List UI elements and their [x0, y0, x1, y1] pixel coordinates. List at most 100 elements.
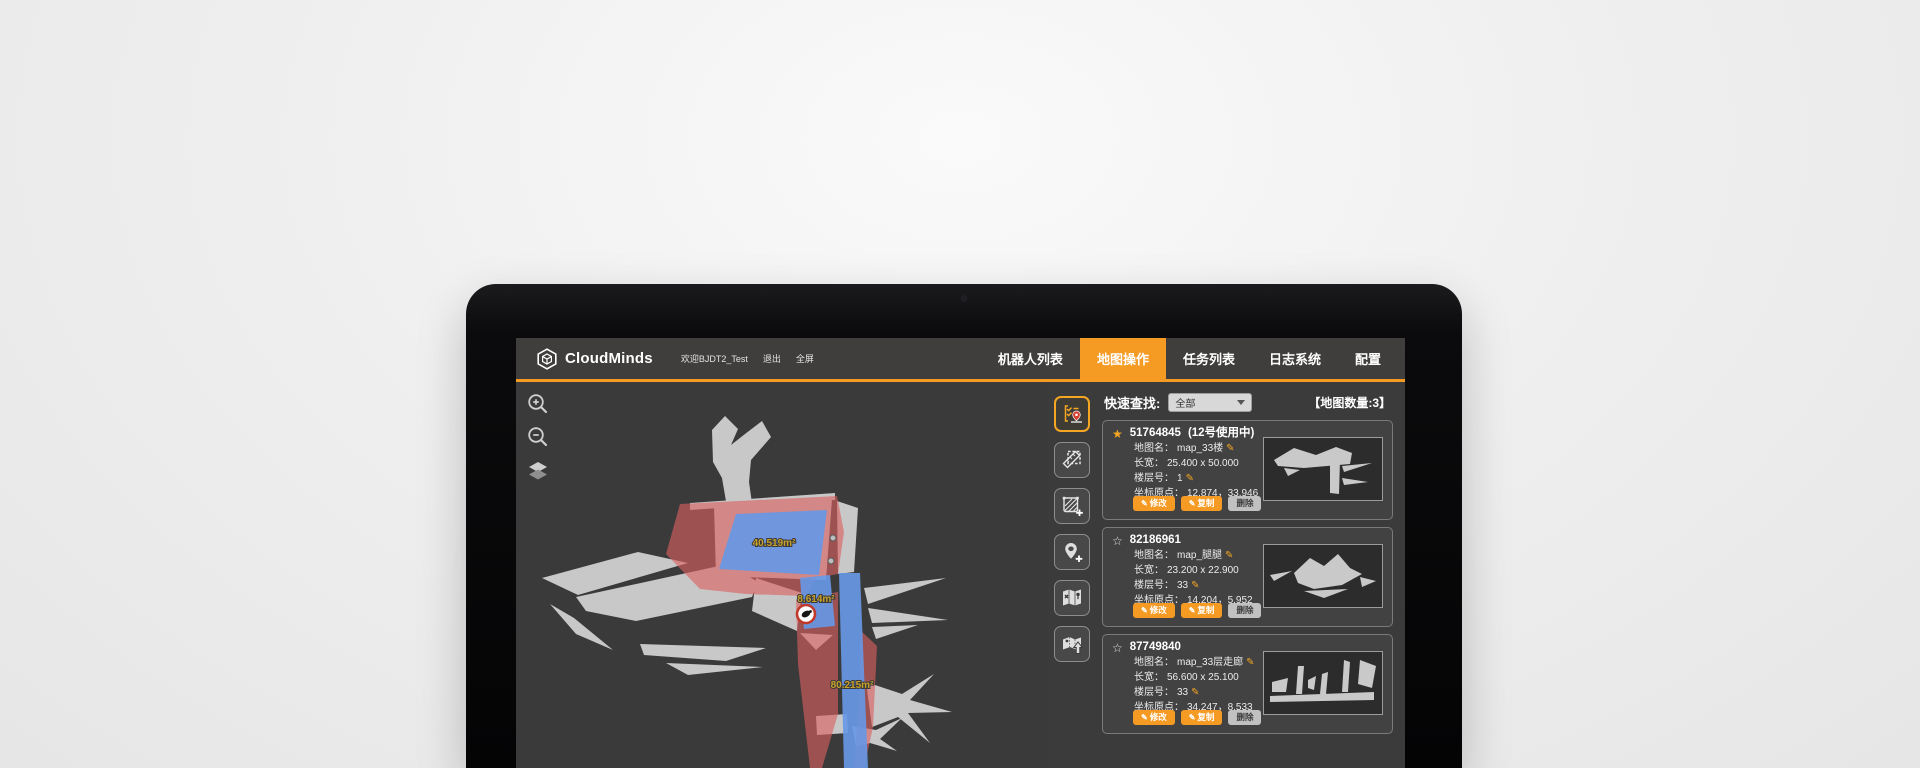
vertex-dot[interactable] — [828, 558, 834, 564]
field-value: 33 — [1177, 687, 1188, 699]
upload-map-icon — [1060, 632, 1084, 656]
session-bar: 欢迎BJDT2_Test 退出 全屏 — [681, 338, 814, 379]
map-status: (12号使用中) — [1188, 427, 1254, 440]
quick-find-label: 快速查找: — [1104, 393, 1160, 412]
favorite-star-icon[interactable]: ☆ — [1112, 535, 1123, 547]
copy-button[interactable]: ✎复制 — [1181, 496, 1223, 511]
vertex-dot[interactable] — [830, 535, 836, 541]
map-card[interactable]: ☆ 82186961 地图名： map_腿腿 ✎ 长宽： 23.200 x 22… — [1102, 527, 1393, 627]
filter-selected-value: 全部 — [1175, 395, 1195, 410]
field-label: 长宽： — [1134, 458, 1164, 470]
zoom-out-icon[interactable] — [526, 425, 550, 449]
map-count-badge: 【地图数量:3】 — [1308, 394, 1391, 411]
area-label-large: 40.519m² — [753, 538, 796, 549]
top-navbar: CloudMinds 欢迎BJDT2_Test 退出 全屏 机器人列表 地图操作… — [516, 338, 1405, 382]
laptop-bezel: CloudMinds 欢迎BJDT2_Test 退出 全屏 机器人列表 地图操作… — [466, 284, 1462, 768]
map-tools-column — [1048, 382, 1096, 768]
field-label: 楼层号： — [1134, 473, 1174, 485]
field-value: 1 — [1177, 473, 1183, 485]
field-value: map_腿腿 — [1177, 550, 1222, 562]
favorite-star-icon[interactable]: ★ — [1112, 428, 1123, 440]
modify-button[interactable]: ✎修改 — [1133, 710, 1175, 725]
delete-button[interactable]: 删除 — [1228, 603, 1261, 618]
pencil-icon: ✎ — [1189, 606, 1196, 615]
area-label-small: 8.614m² — [797, 594, 835, 605]
map-card[interactable]: ★ 51764845 (12号使用中) 地图名： map_33楼 ✎ 长宽： 2… — [1102, 420, 1393, 520]
chevron-down-icon — [1237, 400, 1245, 405]
edit-pencil-icon[interactable]: ✎ — [1191, 581, 1199, 591]
delete-button[interactable]: 删除 — [1228, 496, 1261, 511]
field-value: 56.600 x 25.100 — [1167, 672, 1239, 684]
tab-task-list[interactable]: 任务列表 — [1166, 338, 1252, 379]
field-value: 33 — [1177, 580, 1188, 592]
map-controls — [526, 392, 550, 482]
tool-measure-area-button[interactable] — [1054, 442, 1090, 478]
field-value: map_33层走廊 — [1177, 657, 1243, 669]
layers-icon[interactable] — [526, 458, 550, 482]
copy-button[interactable]: ✎复制 — [1181, 603, 1223, 618]
field-value: map_33楼 — [1177, 443, 1223, 455]
edit-pencil-icon[interactable]: ✎ — [1225, 551, 1233, 561]
map-thumbnail[interactable] — [1263, 651, 1383, 715]
task-map-list-icon — [1060, 402, 1084, 426]
map-thumbnail[interactable] — [1263, 437, 1383, 501]
card-actions: ✎修改 ✎复制 删除 — [1133, 496, 1261, 511]
filter-select[interactable]: 全部 — [1168, 393, 1252, 412]
edit-pencil-icon[interactable]: ✎ — [1246, 658, 1254, 668]
map-card[interactable]: ☆ 87749840 地图名： map_33层走廊 ✎ 长宽： 56.600 x… — [1102, 634, 1393, 734]
delete-button[interactable]: 删除 — [1228, 710, 1261, 725]
map-id: 87749840 — [1130, 641, 1181, 654]
map-list-panel: 快速查找: 全部 【地图数量:3】 ★ 51764845 (12号使用中) — [1096, 382, 1405, 768]
tool-task-map-list-button[interactable] — [1054, 396, 1090, 432]
field-label: 地图名： — [1134, 443, 1174, 455]
pencil-icon: ✎ — [1189, 713, 1196, 722]
thumbnail-map-image — [1264, 652, 1380, 712]
tab-config[interactable]: 配置 — [1338, 338, 1405, 379]
modify-button[interactable]: ✎修改 — [1133, 603, 1175, 618]
field-label: 楼层号： — [1134, 687, 1174, 699]
occupancy-map-canvas[interactable]: 40.519m² 8.614m² 80.215m² — [516, 382, 1048, 768]
map-thumbnail[interactable] — [1263, 544, 1383, 608]
card-actions: ✎修改 ✎复制 删除 — [1133, 603, 1261, 618]
modify-button[interactable]: ✎修改 — [1133, 496, 1175, 511]
webcam-dot — [961, 295, 968, 302]
field-label: 长宽： — [1134, 565, 1164, 577]
add-hatch-zone-icon — [1060, 494, 1084, 518]
field-label: 长宽： — [1134, 672, 1164, 684]
thumbnail-map-image — [1264, 438, 1380, 498]
pencil-icon: ✎ — [1141, 713, 1148, 722]
tool-add-hatch-zone-button[interactable] — [1054, 488, 1090, 524]
brand-logo[interactable]: CloudMinds — [516, 338, 653, 379]
tab-robot-list[interactable]: 机器人列表 — [981, 338, 1080, 379]
field-label: 地图名： — [1134, 657, 1174, 669]
tab-log-system[interactable]: 日志系统 — [1252, 338, 1338, 379]
card-actions: ✎修改 ✎复制 删除 — [1133, 710, 1261, 725]
tool-add-location-pin-button[interactable] — [1054, 534, 1090, 570]
map-id: 51764845 — [1130, 427, 1181, 440]
map-viewport[interactable]: 40.519m² 8.614m² 80.215m² — [516, 382, 1048, 768]
favorite-star-icon[interactable]: ☆ — [1112, 642, 1123, 654]
tab-map-operation[interactable]: 地图操作 — [1080, 338, 1166, 379]
logout-link[interactable]: 退出 — [763, 352, 781, 365]
field-value: 23.200 x 22.900 — [1167, 565, 1239, 577]
main-area: 40.519m² 8.614m² 80.215m² — [516, 382, 1405, 768]
fullscreen-link[interactable]: 全屏 — [796, 352, 814, 365]
welcome-text: 欢迎BJDT2_Test — [681, 352, 748, 365]
area-label-corridor: 80.215m² — [831, 680, 874, 691]
robot-marker[interactable] — [797, 605, 815, 623]
app-screen: CloudMinds 欢迎BJDT2_Test 退出 全屏 机器人列表 地图操作… — [516, 338, 1405, 768]
field-label: 楼层号： — [1134, 580, 1174, 592]
pencil-icon: ✎ — [1189, 499, 1196, 508]
map-marker-icon — [1060, 586, 1084, 610]
copy-button[interactable]: ✎复制 — [1181, 710, 1223, 725]
brand-name: CloudMinds — [565, 350, 653, 367]
pencil-icon: ✎ — [1141, 499, 1148, 508]
pencil-icon: ✎ — [1141, 606, 1148, 615]
edit-pencil-icon[interactable]: ✎ — [1186, 474, 1194, 484]
tool-upload-map-button[interactable] — [1054, 626, 1090, 662]
edit-pencil-icon[interactable]: ✎ — [1191, 688, 1199, 698]
edit-pencil-icon[interactable]: ✎ — [1226, 444, 1234, 454]
zoom-in-icon[interactable] — [526, 392, 550, 416]
map-id: 82186961 — [1130, 534, 1181, 547]
tool-map-marker-button[interactable] — [1054, 580, 1090, 616]
